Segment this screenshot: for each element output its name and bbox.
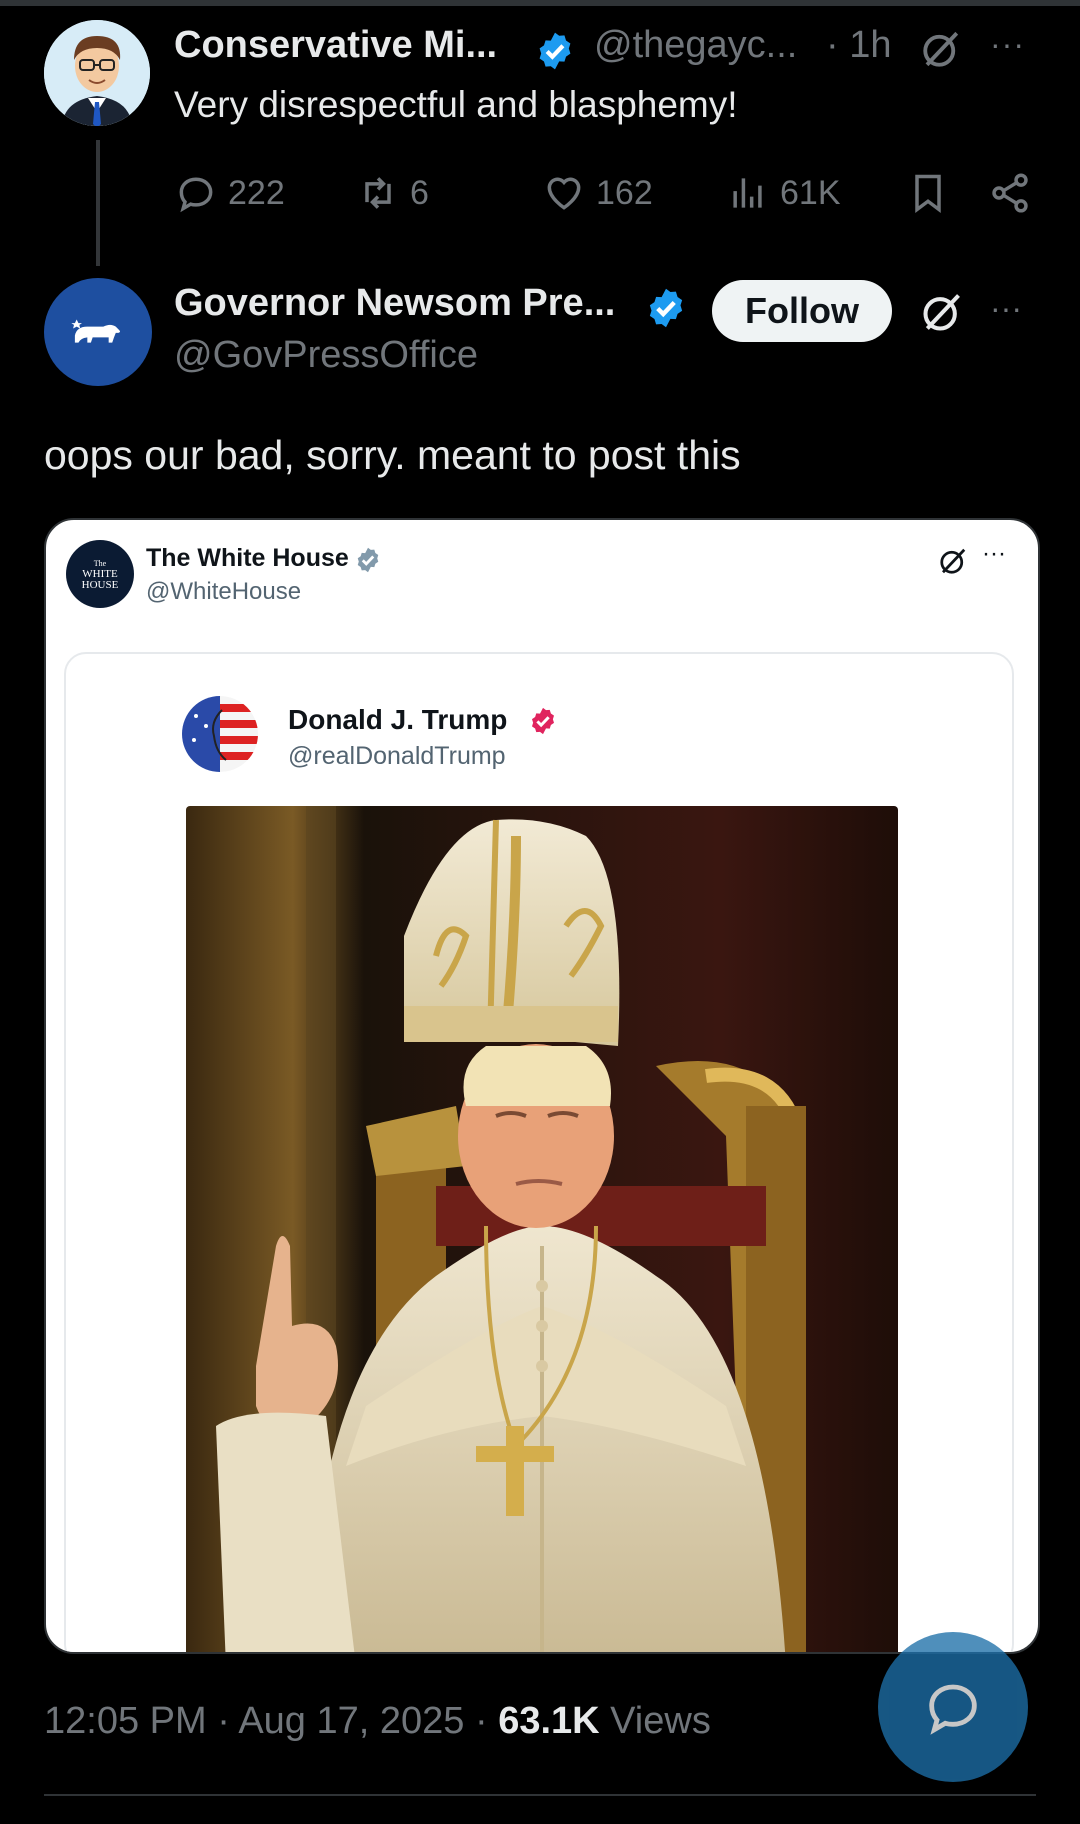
repost-count: 6	[410, 173, 429, 212]
thread-line	[96, 140, 100, 266]
reply-text: Very disrespectful and blasphemy!	[174, 84, 738, 125]
gov-display-name[interactable]: Governor Newsom Pre...	[174, 282, 615, 325]
quoted-post: Donald J. Trump @realDonaldTrump	[64, 652, 1014, 1652]
reply-time[interactable]: · 1h	[826, 24, 891, 67]
verified-icon	[649, 288, 683, 328]
govpress-avatar[interactable]	[44, 278, 152, 386]
reply-count: 222	[228, 173, 285, 212]
share-icon	[992, 173, 1028, 213]
reply-button[interactable]: 222	[174, 168, 285, 218]
repost-button[interactable]: 6	[356, 168, 429, 218]
california-bear-icon	[71, 319, 121, 343]
trump-avatar	[182, 696, 258, 772]
share-button[interactable]	[988, 168, 1042, 218]
follow-button[interactable]: Follow	[712, 280, 892, 342]
compose-reply-button[interactable]	[878, 1632, 1028, 1782]
gov-tweet-text: oops our bad, sorry. meant to post this	[44, 432, 741, 478]
more-icon: ···	[982, 540, 1006, 567]
post-timestamp[interactable]: 12:05 PM · Aug 17, 2025 · 63.1K Views	[44, 1700, 711, 1743]
top-border	[0, 0, 1080, 6]
views-label: Views	[599, 1700, 711, 1742]
verified-red-icon	[532, 707, 554, 735]
trump-name: Donald J. Trump	[288, 704, 508, 735]
gov-handle[interactable]: @GovPressOffice	[174, 334, 478, 377]
conservative-avatar[interactable]	[44, 20, 150, 126]
heart-icon	[547, 177, 581, 210]
like-count: 162	[596, 173, 653, 212]
verified-gray-icon	[357, 547, 379, 573]
more-icon[interactable]: ···	[990, 290, 1022, 327]
grok-icon[interactable]	[920, 290, 964, 334]
bookmark-icon	[915, 174, 941, 213]
views-count-reply: 61K	[780, 173, 841, 212]
views-button[interactable]: 61K	[726, 168, 841, 218]
comment-icon	[179, 177, 213, 213]
whitehouse-name: The White House	[146, 544, 349, 572]
more-icon[interactable]: ···	[990, 26, 1025, 63]
bookmark-button[interactable]	[906, 168, 960, 218]
reply-handle[interactable]: @thegayc...	[594, 24, 797, 67]
grok-icon[interactable]	[920, 28, 962, 70]
repost-icon	[365, 177, 391, 209]
like-button[interactable]: 162	[542, 168, 653, 218]
attached-screenshot[interactable]: The WHITE HOUSE The White House @WhiteHo…	[44, 518, 1040, 1654]
pope-image	[186, 806, 898, 1652]
whitehouse-avatar: The WHITE HOUSE	[66, 540, 134, 608]
reply-bubble-icon	[929, 1684, 977, 1735]
verified-icon	[539, 32, 571, 70]
reply-display-name[interactable]: Conservative Mi...	[174, 24, 497, 67]
grok-icon	[940, 548, 966, 574]
views-count: 63.1K	[498, 1700, 600, 1742]
divider	[44, 1794, 1036, 1796]
timestamp-text: 12:05 PM · Aug 17, 2025 ·	[44, 1700, 499, 1742]
whitehouse-handle: @WhiteHouse	[146, 578, 302, 605]
analytics-icon	[733, 178, 762, 208]
trump-handle: @realDonaldTrump	[288, 742, 506, 770]
